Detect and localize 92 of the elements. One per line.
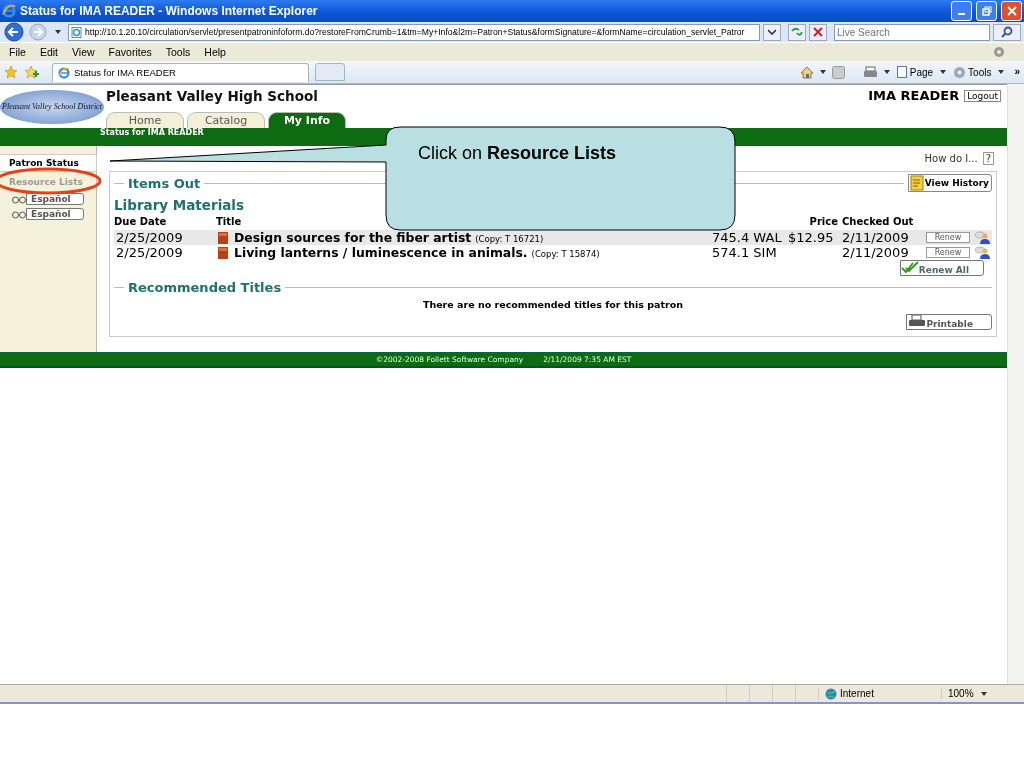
close-icon	[813, 27, 823, 37]
breadcrumb: Status for IMA READER	[100, 128, 204, 137]
search-field[interactable]: Live Search	[834, 23, 990, 41]
restore-icon	[981, 6, 992, 16]
refresh-icon	[791, 27, 803, 37]
call-number: 745.4 WAL	[712, 230, 783, 245]
call-number: 574.1 SIM	[712, 245, 778, 260]
document-icon	[908, 175, 925, 191]
stop-button[interactable]	[809, 23, 827, 41]
gear-icon	[953, 65, 967, 79]
browser-logo-icon	[58, 66, 70, 79]
page-icon	[71, 26, 82, 38]
search-icon	[1001, 26, 1013, 38]
zoom-level[interactable]: 100%	[948, 688, 974, 699]
caret-icon[interactable]	[55, 30, 61, 34]
search-button[interactable]	[993, 23, 1021, 41]
callout-text: Click on Resource Lists	[418, 143, 617, 164]
column-header: Price	[808, 216, 838, 227]
caret-icon[interactable]	[940, 70, 947, 74]
browser-logo-icon	[2, 4, 16, 18]
back-icon[interactable]	[3, 22, 25, 42]
nav-tab[interactable]: My Info	[268, 112, 346, 128]
home-icon[interactable]	[799, 65, 814, 79]
renew-button[interactable]: Renew	[926, 232, 970, 243]
column-header: Title	[216, 216, 243, 227]
checked-out-date: 2/11/2009	[842, 245, 910, 260]
maximize-button[interactable]	[976, 1, 997, 21]
nav-tab[interactable]: Home	[106, 112, 184, 128]
tools-menu-button[interactable]: Tools	[952, 65, 993, 79]
caret-icon[interactable]	[819, 70, 826, 74]
caret-icon[interactable]	[980, 691, 987, 696]
view-history-button[interactable]: View History	[907, 174, 992, 192]
due-date: 2/25/2009	[116, 245, 184, 260]
menu-item[interactable]: Edit	[32, 46, 65, 58]
favorites-star-icon[interactable]	[4, 65, 18, 79]
column-header: Due Date	[114, 216, 168, 227]
renew-button[interactable]: Renew	[926, 247, 970, 258]
close-button[interactable]	[1001, 1, 1022, 21]
browser-tab[interactable]: Status for IMA READER	[52, 62, 309, 82]
security-zone: Internet	[840, 688, 874, 699]
book-title[interactable]: Living lanterns / luminescence in animals.	[234, 245, 528, 260]
minimize-icon	[958, 13, 965, 15]
menu-item[interactable]: View	[65, 46, 102, 58]
close-icon	[1006, 6, 1017, 16]
glasses-icon	[12, 194, 26, 204]
globe-icon	[825, 687, 837, 700]
section-title: Items Out	[128, 175, 201, 191]
menu-item[interactable]: Tools	[158, 46, 198, 58]
chevron-icon	[768, 29, 776, 35]
minimize-button[interactable]	[951, 1, 972, 21]
printable-button[interactable]: Printable	[906, 314, 992, 330]
empty-message: There are no recommended titles for this patron	[421, 299, 685, 310]
nav-tab[interactable]: Catalog	[187, 112, 265, 128]
language-button[interactable]: Español	[26, 208, 84, 220]
section-title: Recommended Titles	[128, 280, 282, 295]
price: $12.95	[788, 230, 835, 245]
column-header: Checked Out	[842, 216, 915, 227]
checkmark-icon	[900, 261, 919, 273]
glasses-icon	[12, 209, 26, 219]
copy-number: (Copy: T 15874)	[531, 249, 600, 259]
logout-button[interactable]: Logout	[964, 89, 1001, 102]
help-button[interactable]: ?	[982, 152, 994, 165]
caret-icon[interactable]	[883, 70, 890, 74]
renew-all-button[interactable]: Renew All	[899, 260, 984, 276]
due-date: 2/25/2009	[116, 230, 184, 245]
dropdown-button[interactable]	[763, 23, 781, 41]
add-favorite-icon[interactable]	[24, 65, 40, 79]
book-icon	[218, 246, 228, 259]
printer-icon	[908, 315, 927, 327]
book-icon	[218, 231, 228, 244]
menu-item[interactable]: File	[2, 46, 33, 58]
address-field[interactable]: http://10.1.20.10/circulation/servlet/presentpatroninfoform.do?restoreFromCrumb=1&tm=My+Info&l2m=Patron+Status&formSignature=&formName=circulation_servlet_Patror	[68, 23, 760, 41]
printer-icon[interactable]	[862, 65, 878, 79]
user-name: IMA READER	[868, 88, 960, 103]
menu-item[interactable]: Help	[197, 46, 233, 58]
school-logo: Pleasant Valley School District	[0, 89, 104, 124]
menu-item[interactable]: Favorites	[101, 46, 159, 58]
caret-icon[interactable]	[998, 70, 1005, 74]
copy-number: (Copy: T 16721)	[475, 234, 544, 244]
window-title: Status for IMA READER - Windows Internet Explorer	[20, 4, 319, 18]
page-menu-button[interactable]: Page	[895, 66, 935, 78]
page-icon	[896, 66, 908, 78]
subsection-title: Library Materials	[114, 197, 246, 213]
refresh-button[interactable]	[788, 23, 806, 41]
toolbar-overflow[interactable]: »	[1014, 65, 1020, 77]
person-icon[interactable]	[974, 231, 990, 244]
checked-out-date: 2/11/2009	[842, 230, 910, 245]
scrollbar[interactable]	[1007, 84, 1024, 684]
book-title[interactable]: Design sources for the fiber artist	[234, 230, 472, 245]
school-name: Pleasant Valley High School	[106, 88, 318, 104]
person-icon[interactable]	[974, 246, 990, 259]
help-link[interactable]: How do I...	[924, 153, 978, 164]
